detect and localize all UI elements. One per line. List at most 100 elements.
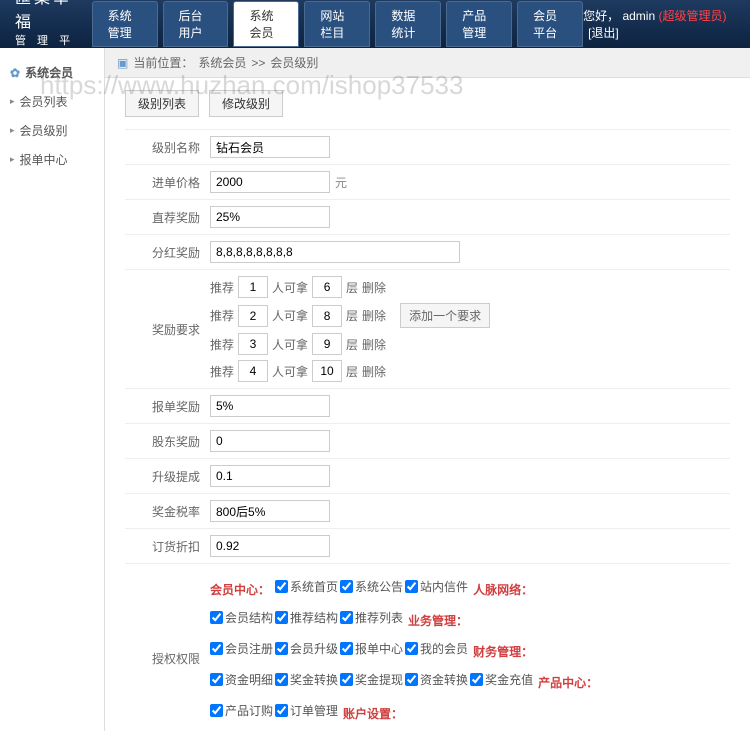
user-role: (超级管理员) bbox=[658, 9, 726, 23]
perm-checkbox[interactable] bbox=[210, 673, 223, 686]
tier-people-input[interactable] bbox=[238, 360, 268, 382]
price-label: 进单价格 bbox=[125, 174, 210, 191]
perm-item[interactable]: 资金明细 bbox=[210, 671, 273, 688]
perm-item[interactable]: 会员升级 bbox=[275, 640, 338, 657]
tier-people-input[interactable] bbox=[238, 276, 268, 298]
sidebar: ✿ 系统会员 ▸会员列表▸会员级别▸报单中心 bbox=[0, 48, 105, 731]
perm-items-row: 会员注册会员升级报单中心我的会员 bbox=[210, 640, 468, 657]
sidebar-item-0[interactable]: ▸会员列表 bbox=[0, 87, 104, 116]
perm-item[interactable]: 站内信件 bbox=[405, 578, 468, 595]
nav-tab-3[interactable]: 网站栏目 bbox=[304, 1, 370, 47]
nav-tab-4[interactable]: 数据统计 bbox=[375, 1, 441, 47]
perm-item[interactable]: 资金转换 bbox=[405, 671, 468, 688]
tier-layers-input[interactable] bbox=[312, 276, 342, 298]
perm-checkbox[interactable] bbox=[405, 642, 418, 655]
perm-item[interactable]: 推荐列表 bbox=[340, 609, 403, 626]
direct-bonus-input[interactable] bbox=[210, 206, 330, 228]
perm-checkbox[interactable] bbox=[340, 611, 353, 624]
nav-tab-2[interactable]: 系统会员 bbox=[233, 1, 299, 47]
perm-item[interactable]: 会员结构 bbox=[210, 609, 273, 626]
perm-item[interactable]: 会员注册 bbox=[210, 640, 273, 657]
perm-item[interactable]: 报单中心 bbox=[340, 640, 403, 657]
perm-items-row: 系统首页系统公告站内信件 bbox=[275, 578, 468, 595]
triangle-icon: ▸ bbox=[10, 125, 15, 136]
perm-checkbox[interactable] bbox=[210, 611, 223, 624]
perm-item[interactable]: 订单管理 bbox=[275, 702, 338, 719]
nav-tab-1[interactable]: 后台用户 bbox=[163, 1, 229, 47]
greeting: 您好， bbox=[583, 9, 619, 23]
perm-item[interactable]: 奖金转换 bbox=[275, 671, 338, 688]
tier-layers-input[interactable] bbox=[312, 333, 342, 355]
tier-label: 奖励要求 bbox=[125, 321, 210, 338]
perm-checkbox[interactable] bbox=[340, 642, 353, 655]
perm-group-title: 财务管理： bbox=[473, 643, 533, 660]
sidebar-title: ✿ 系统会员 bbox=[0, 58, 104, 87]
price-input[interactable] bbox=[210, 171, 330, 193]
breadcrumb: ▣ 当前位置： 系统会员 >> 会员级别 bbox=[105, 48, 750, 78]
tier-add-button[interactable]: 添加一个要求 bbox=[400, 303, 490, 328]
perm-group-title: 会员中心： bbox=[210, 581, 270, 598]
perm-checkbox[interactable] bbox=[275, 673, 288, 686]
price-unit: 元 bbox=[335, 174, 347, 191]
perm-checkbox[interactable] bbox=[405, 673, 418, 686]
perm-checkbox[interactable] bbox=[210, 704, 223, 717]
tier-people-input[interactable] bbox=[238, 333, 268, 355]
breadcrumb-label: 当前位置： bbox=[133, 54, 193, 71]
tier-people-input[interactable] bbox=[238, 305, 268, 327]
perm-item[interactable]: 推荐结构 bbox=[275, 609, 338, 626]
perm-checkbox[interactable] bbox=[275, 642, 288, 655]
shareholder-label: 股东奖励 bbox=[125, 433, 210, 450]
perm-item[interactable]: 奖金提现 bbox=[340, 671, 403, 688]
tax-input[interactable] bbox=[210, 500, 330, 522]
tier-layers-input[interactable] bbox=[312, 305, 342, 327]
report-bonus-input[interactable] bbox=[210, 395, 330, 417]
header: 匯集幸福 管 理 平 台 系统管理后台用户系统会员网站栏目数据统计产品管理会员平… bbox=[0, 0, 750, 48]
nav-tab-0[interactable]: 系统管理 bbox=[92, 1, 158, 47]
perm-item[interactable]: 系统首页 bbox=[275, 578, 338, 595]
upgrade-label: 升级提成 bbox=[125, 468, 210, 485]
direct-bonus-label: 直荐奖励 bbox=[125, 209, 210, 226]
tier-delete-button[interactable]: 删除 bbox=[362, 363, 386, 380]
tier-row: 推荐人可拿层删除 bbox=[210, 360, 490, 382]
gear-icon: ✿ bbox=[10, 66, 20, 80]
perm-checkbox[interactable] bbox=[275, 704, 288, 717]
perm-checkbox[interactable] bbox=[340, 580, 353, 593]
tax-label: 奖金税率 bbox=[125, 503, 210, 520]
main-content: ▣ 当前位置： 系统会员 >> 会员级别 级别列表修改级别 级别名称 进单价格 … bbox=[105, 48, 750, 731]
shareholder-input[interactable] bbox=[210, 430, 330, 452]
logout-link[interactable]: [退出] bbox=[588, 26, 619, 40]
perm-checkbox[interactable] bbox=[275, 580, 288, 593]
report-bonus-label: 报单奖励 bbox=[125, 398, 210, 415]
sub-tab-0[interactable]: 级别列表 bbox=[125, 90, 199, 117]
discount-label: 订货折扣 bbox=[125, 538, 210, 555]
tier-layers-input[interactable] bbox=[312, 360, 342, 382]
sub-tab-1[interactable]: 修改级别 bbox=[209, 90, 283, 117]
discount-input[interactable] bbox=[210, 535, 330, 557]
perm-item[interactable]: 奖金充值 bbox=[470, 671, 533, 688]
tier-delete-button[interactable]: 删除 bbox=[362, 307, 386, 324]
nav-tab-6[interactable]: 会员平台 bbox=[517, 1, 583, 47]
perm-checkbox[interactable] bbox=[210, 642, 223, 655]
dividend-input[interactable] bbox=[210, 241, 460, 263]
sidebar-item-1[interactable]: ▸会员级别 bbox=[0, 116, 104, 145]
perm-checkbox[interactable] bbox=[275, 611, 288, 624]
perm-checkbox[interactable] bbox=[470, 673, 483, 686]
tier-delete-button[interactable]: 删除 bbox=[362, 336, 386, 353]
upgrade-input[interactable] bbox=[210, 465, 330, 487]
tier-delete-button[interactable]: 删除 bbox=[362, 279, 386, 296]
sidebar-item-2[interactable]: ▸报单中心 bbox=[0, 145, 104, 174]
perm-item[interactable]: 产品订购 bbox=[210, 702, 273, 719]
nav-tab-5[interactable]: 产品管理 bbox=[446, 1, 512, 47]
perm-item[interactable]: 系统公告 bbox=[340, 578, 403, 595]
perm-group-title: 产品中心： bbox=[538, 674, 598, 691]
perm-items-row: 资金明细奖金转换奖金提现资金转换奖金充值 bbox=[210, 671, 533, 688]
header-user-info: 您好， admin (超级管理员) [退出] bbox=[583, 7, 735, 41]
perm-group-title: 业务管理： bbox=[408, 612, 468, 629]
perm-item[interactable]: 我的会员 bbox=[405, 640, 468, 657]
permissions-label: 授权权限 bbox=[125, 570, 210, 667]
breadcrumb-path2: 会员级别 bbox=[270, 54, 318, 71]
perm-checkbox[interactable] bbox=[340, 673, 353, 686]
level-name-input[interactable] bbox=[210, 136, 330, 158]
perm-checkbox[interactable] bbox=[405, 580, 418, 593]
perm-group-title: 账户设置： bbox=[343, 705, 403, 722]
